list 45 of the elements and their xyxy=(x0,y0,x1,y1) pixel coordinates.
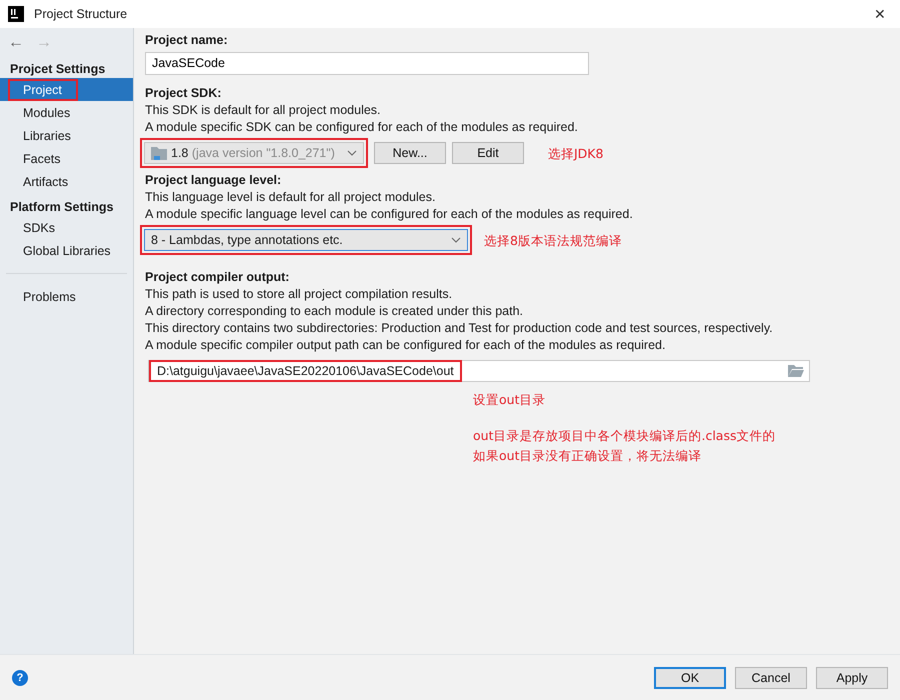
description-text: A module specific SDK can be configured for each of the modules as required. xyxy=(145,119,579,136)
help-button[interactable]: ? xyxy=(12,670,28,686)
sidebar-item[interactable]: Artifacts xyxy=(0,170,133,193)
back-button[interactable]: ← xyxy=(8,34,24,52)
folder-icon[interactable] xyxy=(788,365,804,377)
sidebar-item[interactable]: SDKs xyxy=(0,216,133,239)
description-text: This SDK is default for all project modules. xyxy=(145,102,382,119)
language-level-dropdown[interactable]: 8 - Lambdas, type annotations etc. xyxy=(144,229,468,251)
sidebar-item[interactable]: Global Libraries xyxy=(0,239,133,262)
caret-icon xyxy=(347,150,357,156)
field-label: Project SDK: xyxy=(145,85,222,102)
field-label: Project compiler output: xyxy=(145,269,290,286)
sidebar-item[interactable]: Project xyxy=(0,78,133,101)
annotation-note: out目录是存放项目中各个模块编译后的.class文件的 xyxy=(473,427,776,445)
sidebar-item[interactable]: Facets xyxy=(0,147,133,170)
sidebar-item[interactable]: Modules xyxy=(0,101,133,124)
field-label: Project language level: xyxy=(145,172,282,189)
annotation-note: 如果out目录没有正确设置，将无法编译 xyxy=(473,447,702,465)
sdk-dropdown[interactable]: 1.8 (java version "1.8.0_271") xyxy=(144,142,364,164)
sidebar-group-title: Projcet Settings xyxy=(9,61,106,78)
dialog-button[interactable]: Cancel xyxy=(735,666,807,688)
sdk-button[interactable]: Edit xyxy=(452,142,524,164)
annotation-note: 设置out目录 xyxy=(473,391,546,409)
folder-icon xyxy=(151,146,167,160)
sidebar-item[interactable]: Libraries xyxy=(0,124,133,147)
description-text: A directory corresponding to each module is created under this path. xyxy=(145,303,524,320)
sdk-button[interactable]: New... xyxy=(374,142,446,164)
app-logo-icon xyxy=(8,6,24,22)
description-text: This path is used to store all project compilation results. xyxy=(145,286,454,303)
project-name-field[interactable]: JavaSECode xyxy=(145,52,589,75)
annotation-note: 选择8版本语法规范编译 xyxy=(484,232,622,248)
close-button[interactable]: ✕ xyxy=(874,6,886,22)
dialog-button[interactable]: OK xyxy=(654,666,726,688)
field-label: Project name: xyxy=(145,32,229,49)
window-title: Project Structure xyxy=(34,7,128,21)
output-path-field[interactable]: D:\atguigu\javaee\JavaSE20220106\JavaSECode\out xyxy=(148,360,810,382)
description-text: A module specific compiler output path can be configured for each of the modules as required. xyxy=(145,337,666,354)
description-text: This language level is default for all project modules. xyxy=(145,189,436,206)
dialog-button[interactable]: Apply xyxy=(816,666,888,688)
caret-icon xyxy=(451,237,461,243)
sidebar-item[interactable]: Problems xyxy=(0,285,133,308)
description-text: A module specific language level can be configured for each of the modules as required. xyxy=(145,206,634,223)
sidebar-group-title: Platform Settings xyxy=(9,199,114,216)
description-text: This directory contains two subdirectories: Production and Test for production code and test sources, respectively. xyxy=(145,320,774,337)
annotation-note: 选择JDK8 xyxy=(548,144,604,162)
